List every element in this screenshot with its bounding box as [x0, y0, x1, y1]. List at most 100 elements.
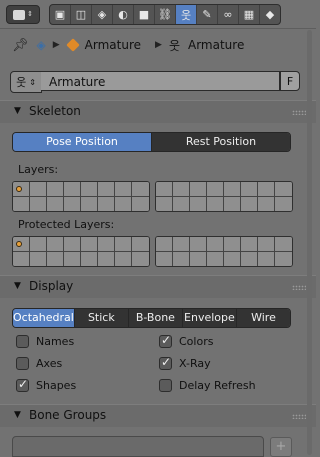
- layer-cell[interactable]: [190, 237, 207, 252]
- layer-cell[interactable]: [115, 182, 132, 197]
- layer-cell[interactable]: [64, 251, 81, 266]
- layer-cell[interactable]: [98, 182, 115, 197]
- layer-cell[interactable]: [275, 182, 292, 197]
- layer-cell[interactable]: [207, 182, 224, 197]
- add-bone-group-button[interactable]: +: [270, 437, 292, 457]
- display-panel-header[interactable]: ▼ Display: [0, 275, 316, 298]
- editor-type-button[interactable]: ⇕: [6, 5, 40, 24]
- draw-type-b-bone[interactable]: B-Bone: [128, 309, 183, 327]
- pose-position-button[interactable]: Pose Position: [13, 133, 152, 151]
- tab-constraints[interactable]: ⛓: [155, 5, 176, 24]
- layer-cell[interactable]: [156, 251, 173, 266]
- bone-groups-panel-header[interactable]: ▼ Bone Groups: [0, 404, 316, 427]
- tab-render[interactable]: ▣: [50, 5, 71, 24]
- layer-cell[interactable]: [13, 196, 30, 211]
- layer-cell[interactable]: [13, 251, 30, 266]
- layer-cell[interactable]: [98, 237, 115, 252]
- layer-cell[interactable]: [81, 251, 98, 266]
- layer-cell[interactable]: [47, 251, 64, 266]
- layer-cell[interactable]: [275, 237, 292, 252]
- tab-texture[interactable]: ▦: [239, 5, 260, 24]
- tab-physics[interactable]: ◆: [260, 5, 280, 24]
- layer-cell[interactable]: [241, 196, 258, 211]
- datablock-browse-button[interactable]: 웃 ⇕: [10, 71, 42, 93]
- layer-cell[interactable]: [64, 237, 81, 252]
- drag-grip-icon[interactable]: [292, 285, 306, 290]
- layer-cell[interactable]: [241, 182, 258, 197]
- tab-bone-constraints[interactable]: ∞: [218, 5, 239, 24]
- layer-cell[interactable]: [241, 251, 258, 266]
- bone-groups-list[interactable]: [12, 436, 264, 457]
- layer-cell[interactable]: [156, 237, 173, 252]
- fake-user-button[interactable]: F: [280, 71, 300, 91]
- tab-render-layers[interactable]: ◫: [71, 5, 92, 24]
- layer-cell[interactable]: [81, 182, 98, 197]
- skeleton-panel-header[interactable]: ▼ Skeleton: [0, 100, 316, 123]
- layer-cell[interactable]: [241, 237, 258, 252]
- layer-cell[interactable]: [64, 182, 81, 197]
- layer-cell[interactable]: [258, 182, 275, 197]
- layer-cell[interactable]: [132, 182, 149, 197]
- layer-cell[interactable]: [207, 251, 224, 266]
- layer-cell[interactable]: [156, 182, 173, 197]
- layer-cell[interactable]: [173, 237, 190, 252]
- rest-position-button[interactable]: Rest Position: [152, 133, 290, 151]
- draw-type-octahedral[interactable]: Octahedral: [13, 309, 75, 327]
- names-checkbox[interactable]: Names: [16, 335, 74, 348]
- draw-type-wire[interactable]: Wire: [236, 309, 290, 327]
- layer-cell[interactable]: [173, 182, 190, 197]
- layer-cell[interactable]: [173, 251, 190, 266]
- layer-cell[interactable]: [224, 237, 241, 252]
- tab-world[interactable]: ◐: [113, 5, 134, 24]
- layer-cell[interactable]: [207, 237, 224, 252]
- layer-cell[interactable]: [132, 251, 149, 266]
- layer-cell[interactable]: [224, 251, 241, 266]
- layer-cell[interactable]: [13, 182, 30, 197]
- layer-cell[interactable]: [275, 196, 292, 211]
- delay-refresh-checkbox[interactable]: Delay Refresh: [159, 379, 256, 392]
- layer-cell[interactable]: [258, 237, 275, 252]
- layer-cell[interactable]: [156, 196, 173, 211]
- layer-cell[interactable]: [47, 237, 64, 252]
- layer-cell[interactable]: [190, 182, 207, 197]
- layer-cell[interactable]: [81, 237, 98, 252]
- layer-cell[interactable]: [173, 196, 190, 211]
- layer-cell[interactable]: [115, 237, 132, 252]
- layers-grid-left[interactable]: [12, 181, 150, 212]
- layer-cell[interactable]: [258, 196, 275, 211]
- layer-cell[interactable]: [30, 196, 47, 211]
- layer-cell[interactable]: [132, 196, 149, 211]
- layer-cell[interactable]: [115, 196, 132, 211]
- tab-object[interactable]: ■: [134, 5, 155, 24]
- layer-cell[interactable]: [81, 196, 98, 211]
- drag-grip-icon[interactable]: [292, 414, 306, 419]
- layer-cell[interactable]: [47, 182, 64, 197]
- draw-type-envelope[interactable]: Envelope: [182, 309, 237, 327]
- layer-cell[interactable]: [190, 196, 207, 211]
- draw-type-stick[interactable]: Stick: [74, 309, 129, 327]
- layer-cell[interactable]: [224, 196, 241, 211]
- layer-cell[interactable]: [115, 251, 132, 266]
- layer-cell[interactable]: [258, 251, 275, 266]
- tab-bone[interactable]: ✎: [197, 5, 218, 24]
- pin-icon[interactable]: 📌︎: [12, 38, 29, 53]
- shapes-checkbox[interactable]: Shapes: [16, 377, 76, 392]
- layer-cell[interactable]: [64, 196, 81, 211]
- colors-checkbox[interactable]: Colors: [159, 333, 213, 348]
- protected-layers-grid-right[interactable]: [155, 236, 293, 267]
- scrollbar[interactable]: [307, 30, 312, 455]
- layer-cell[interactable]: [30, 237, 47, 252]
- layer-cell[interactable]: [30, 251, 47, 266]
- protected-layers-grid-left[interactable]: [12, 236, 150, 267]
- drag-grip-icon[interactable]: [292, 110, 306, 115]
- layer-cell[interactable]: [207, 196, 224, 211]
- tab-scene[interactable]: ◈: [92, 5, 113, 24]
- layer-cell[interactable]: [224, 182, 241, 197]
- layer-cell[interactable]: [98, 196, 115, 211]
- axes-checkbox[interactable]: Axes: [16, 357, 62, 370]
- datablock-name-field[interactable]: Armature: [41, 71, 280, 91]
- tab-armature-data[interactable]: 웃: [176, 5, 197, 24]
- layer-cell[interactable]: [13, 237, 30, 252]
- layer-cell[interactable]: [47, 196, 64, 211]
- layer-cell[interactable]: [98, 251, 115, 266]
